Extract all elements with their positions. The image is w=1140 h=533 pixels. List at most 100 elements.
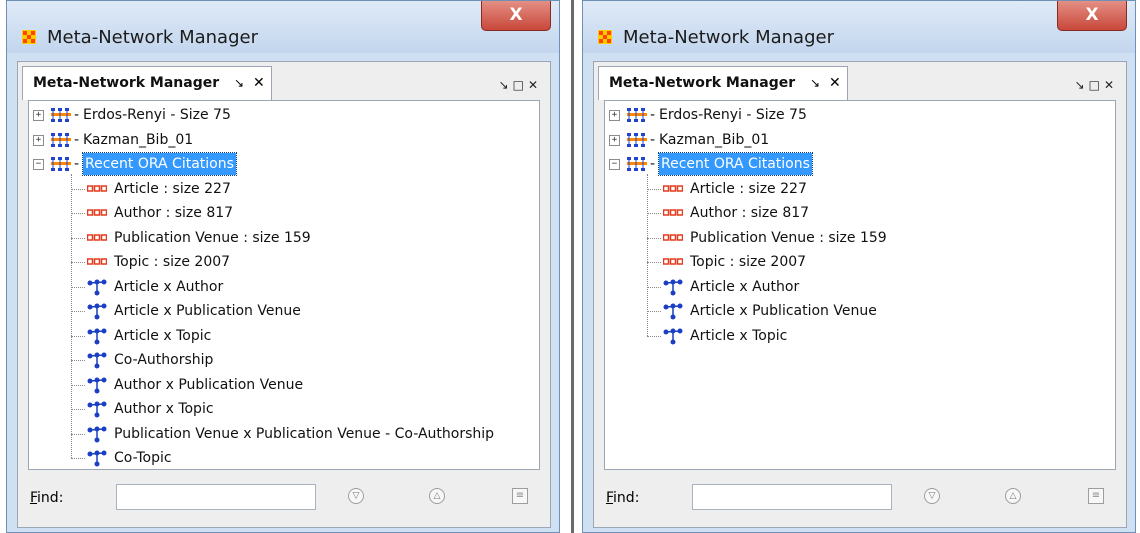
network-icon: [87, 450, 107, 467]
tree-item-label: Publication Venue x Publication Venue - …: [114, 425, 495, 442]
tree-item-label: Co-Topic: [114, 450, 172, 466]
tab-pin-icon[interactable]: ↘: [810, 76, 820, 90]
find-label-rest: ind:: [613, 490, 640, 506]
tree-item-label: Author : size 817: [690, 205, 810, 221]
panel-window-controls[interactable]: ↘□✕: [499, 78, 542, 92]
tree-item-label: Article : size 227: [690, 180, 807, 197]
find-label-rest: ind:: [37, 490, 64, 506]
tree-guide-line: [71, 286, 85, 288]
tree-item-label: Article x Publication Venue: [690, 303, 877, 319]
network-icon: [663, 279, 683, 295]
nodeset-icon: [87, 209, 107, 216]
network-icon: [663, 328, 683, 344]
tree-item-label: Author : size 817: [114, 205, 234, 221]
meta-network-app-icon: [598, 30, 612, 44]
tree-item-label: Article x Topic: [114, 327, 212, 344]
meta-network-tree[interactable]: + - Erdos-Renyi - Size 75 + - Kazman_Bib_01− -…: [28, 100, 540, 470]
window-divider: [571, 0, 574, 533]
tree-meta-network-label: Kazman_Bib_01: [659, 131, 770, 148]
collapse-toggle-icon[interactable]: −: [33, 159, 44, 170]
network-icon: [663, 303, 683, 320]
tree-item-label: Article x Topic: [690, 327, 788, 344]
tree-separator: -: [74, 131, 80, 148]
tree-guide-line: [647, 286, 661, 288]
tree-guide-line: [647, 335, 661, 337]
tree-guide-line: [71, 262, 85, 263]
window-right: Meta-Network Manager X Meta-Network Mana…: [582, 0, 1136, 533]
tree-guide-line: [71, 433, 85, 435]
tab-meta-network-manager[interactable]: Meta-Network Manager ↘ ✕: [598, 66, 848, 100]
tree-guide-line: [71, 360, 85, 361]
network-icon: [87, 279, 107, 295]
tree-item-label: Author x Publication Venue: [114, 376, 304, 393]
tree-item-label: Publication Venue : size 159: [690, 229, 887, 246]
tree-guide-line: [71, 458, 85, 459]
expand-toggle-icon[interactable]: +: [33, 110, 44, 121]
find-input[interactable]: [692, 484, 892, 510]
nodeset-icon: [87, 258, 107, 265]
tree-guide-line: [71, 384, 85, 386]
meta-network-manager-panel: Meta-Network Manager ↘ ✕ ↘□✕ + - Erdos-Ren…: [593, 61, 1127, 528]
tree-guide-line: [71, 237, 85, 239]
title-bar[interactable]: Meta-Network Manager X: [7, 1, 559, 53]
network-icon: [87, 303, 107, 320]
tree-meta-network-label: Erdos-Renyi - Size 75: [83, 107, 231, 123]
tree-guide-line: [71, 311, 85, 312]
meta-network-icon: [51, 108, 71, 122]
nodeset-icon: [87, 233, 107, 241]
tree-item-label: Author x Topic: [114, 401, 214, 417]
tab-meta-network-manager[interactable]: Meta-Network Manager ↘ ✕: [22, 66, 272, 100]
tab-close-icon[interactable]: ✕: [253, 75, 265, 91]
find-bar: Find: ▽ △ ≡: [604, 478, 1116, 516]
network-icon: [87, 426, 107, 442]
nodeset-icon: [663, 233, 683, 241]
tree-guide-line: [71, 409, 85, 410]
nodeset-icon: [663, 209, 683, 216]
meta-network-manager-panel: Meta-Network Manager ↘ ✕ ↘□✕ + - Erdos-Ren…: [17, 61, 551, 528]
expand-toggle-icon[interactable]: +: [609, 110, 620, 121]
tree-item-label: Article x Author: [690, 278, 800, 295]
panel-window-controls[interactable]: ↘□✕: [1075, 78, 1118, 92]
find-label-mnemonic: F: [30, 490, 38, 506]
tree-meta-network-label: Recent ORA Citations: [82, 152, 237, 176]
tree-guide-line: [71, 335, 85, 337]
tree-meta-network-label: Erdos-Renyi - Size 75: [659, 107, 807, 123]
window-left: Meta-Network Manager X Meta-Network Mana…: [6, 0, 560, 533]
find-list-button[interactable]: ≡: [512, 488, 528, 504]
collapse-toggle-icon[interactable]: −: [609, 159, 620, 170]
title-bar[interactable]: Meta-Network Manager X: [583, 1, 1135, 53]
expand-toggle-icon[interactable]: +: [33, 134, 44, 146]
window-title: Meta-Network Manager: [623, 27, 834, 48]
network-icon: [87, 328, 107, 344]
find-previous-button[interactable]: △: [1005, 488, 1021, 504]
tree-item-label: Article : size 227: [114, 180, 231, 197]
window-close-button[interactable]: X: [481, 1, 551, 31]
tree-meta-network-label: Recent ORA Citations: [658, 152, 813, 176]
meta-network-icon: [51, 157, 71, 171]
meta-network-icon: [627, 108, 647, 122]
meta-network-icon: [627, 132, 647, 147]
expand-toggle-icon[interactable]: +: [609, 134, 620, 146]
window-close-button[interactable]: X: [1057, 1, 1127, 31]
tab-pin-icon[interactable]: ↘: [234, 76, 244, 90]
tree-separator: -: [74, 107, 80, 123]
find-input[interactable]: [116, 484, 316, 510]
tree-guide-line: [71, 173, 72, 458]
nodeset-icon: [87, 184, 107, 192]
tree-item-label: Publication Venue : size 159: [114, 229, 311, 246]
find-previous-button[interactable]: △: [429, 488, 445, 504]
window-title: Meta-Network Manager: [47, 27, 258, 48]
tree-item-label: Co-Authorship: [114, 352, 214, 368]
tree-item-label: Article x Author: [114, 278, 224, 295]
nodeset-icon: [663, 184, 683, 192]
find-list-button[interactable]: ≡: [1088, 488, 1104, 504]
find-next-button[interactable]: ▽: [924, 488, 940, 504]
meta-network-tree[interactable]: + - Erdos-Renyi - Size 75 + - Kazman_Bib_01− -…: [604, 100, 1116, 470]
panel-tab-row: Meta-Network Manager ↘ ✕ ↘□✕: [18, 62, 550, 100]
meta-network-icon: [51, 132, 71, 147]
find-label-mnemonic: F: [606, 490, 614, 506]
tree-separator: -: [74, 156, 80, 172]
find-next-button[interactable]: ▽: [348, 488, 364, 504]
tree-guide-line: [647, 188, 661, 190]
tab-close-icon[interactable]: ✕: [829, 75, 841, 91]
